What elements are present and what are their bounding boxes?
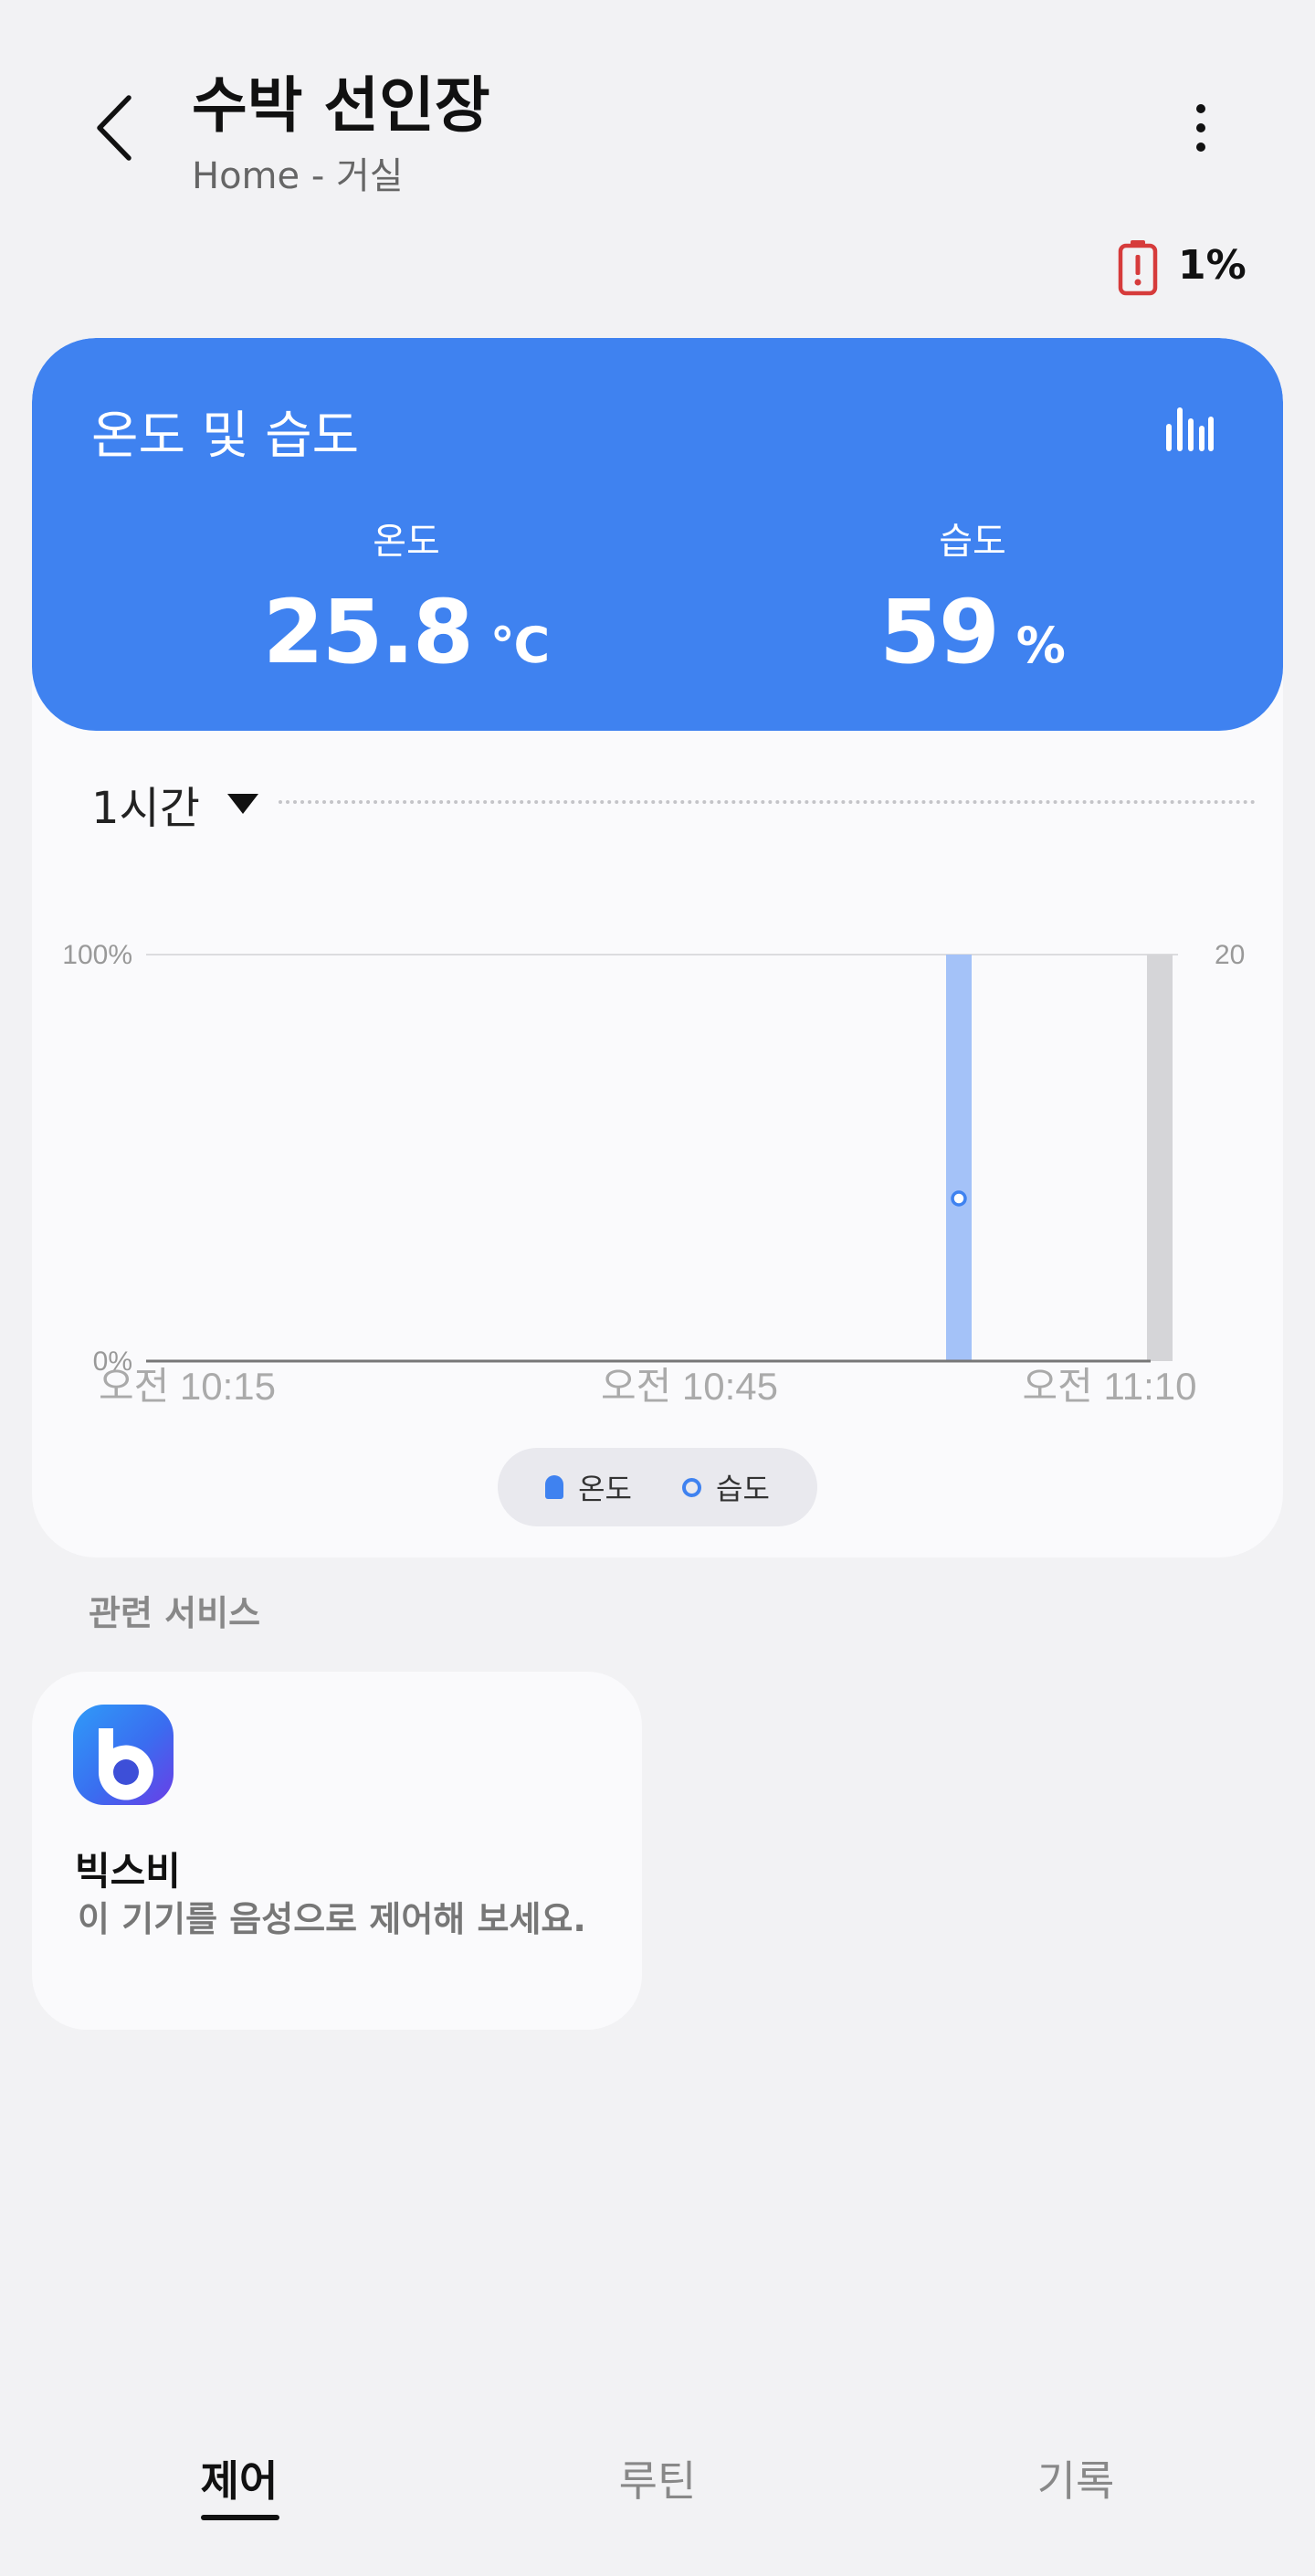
temperature-value: 25.8	[262, 581, 474, 683]
tab-history[interactable]: 기록	[939, 2448, 1213, 2508]
related-services-title: 관련 서비스	[89, 1593, 261, 1633]
humidity-point	[951, 1190, 967, 1207]
y-tick-left: 100%	[62, 940, 132, 970]
legend-label: 습도	[716, 1472, 770, 1506]
legend-item-humidity: 습도	[682, 1466, 770, 1508]
bixby-b-icon	[98, 1728, 153, 1800]
bixby-logo	[73, 1705, 174, 1805]
temperature-unit: ℃	[489, 617, 551, 674]
humidity-unit: %	[1015, 617, 1066, 674]
legend-dot-swatch	[682, 1477, 701, 1497]
legend-item-temperature: 온도	[545, 1466, 632, 1508]
chart-legend: 온도 습도	[498, 1448, 817, 1526]
x-tick-label: 오전 10:45	[601, 1365, 778, 1408]
temperature-bar	[1147, 955, 1173, 1361]
temperature-metric: 온도 25.8 ℃	[215, 512, 598, 683]
y-tick-right: 20	[1215, 940, 1245, 970]
more-dot	[1196, 143, 1205, 152]
legend-label: 온도	[578, 1472, 632, 1506]
back-button[interactable]	[87, 91, 142, 164]
tab-control[interactable]: 제어	[102, 2448, 376, 2508]
temperature-label: 온도	[373, 521, 440, 563]
battery-warning-icon	[1118, 240, 1158, 296]
tab-routine[interactable]: 루틴	[521, 2448, 794, 2508]
card-title: 온도 및 습도	[91, 406, 360, 466]
page-title: 수박 선인장	[192, 70, 490, 141]
active-tab-indicator	[201, 2515, 279, 2520]
chevron-left-icon	[97, 95, 132, 161]
bottom-navigation: 제어 루틴 기록	[0, 2430, 1315, 2576]
bar-chart-icon[interactable]	[1164, 404, 1214, 453]
temperature-bar	[946, 955, 972, 1361]
bixby-name: 빅스비	[75, 1849, 181, 1894]
battery-level: 1%	[1178, 242, 1247, 289]
humidity-value: 59	[879, 581, 1000, 683]
x-tick-label: 오전 11:10	[1023, 1365, 1197, 1408]
dotted-divider	[279, 800, 1256, 804]
location-subtitle: Home - 거실	[192, 155, 404, 197]
time-range-dropdown[interactable]: 1시간	[91, 772, 258, 836]
bixby-description: 이 기기를 음성으로 제어해 보세요.	[78, 1899, 586, 1939]
card-header: 온도 및 습도 온도 25.8 ℃ 습도 59%	[32, 338, 1283, 731]
x-tick-label: 오전 10:15	[99, 1365, 276, 1408]
temperature-humidity-card: 온도 및 습도 온도 25.8 ℃ 습도 59% 1시간 0% 100% 20 오전 1…	[32, 338, 1283, 1557]
more-dot	[1196, 123, 1205, 132]
humidity-metric: 습도 59%	[781, 512, 1164, 683]
humidity-label: 습도	[939, 521, 1006, 563]
more-options-button[interactable]	[1178, 91, 1224, 164]
legend-bar-swatch	[545, 1475, 564, 1499]
more-dot	[1196, 104, 1205, 113]
time-range-label: 1시간	[91, 783, 200, 834]
bixby-service-card[interactable]: 빅스비 이 기기를 음성으로 제어해 보세요.	[32, 1672, 642, 2030]
caret-down-icon	[226, 794, 258, 814]
